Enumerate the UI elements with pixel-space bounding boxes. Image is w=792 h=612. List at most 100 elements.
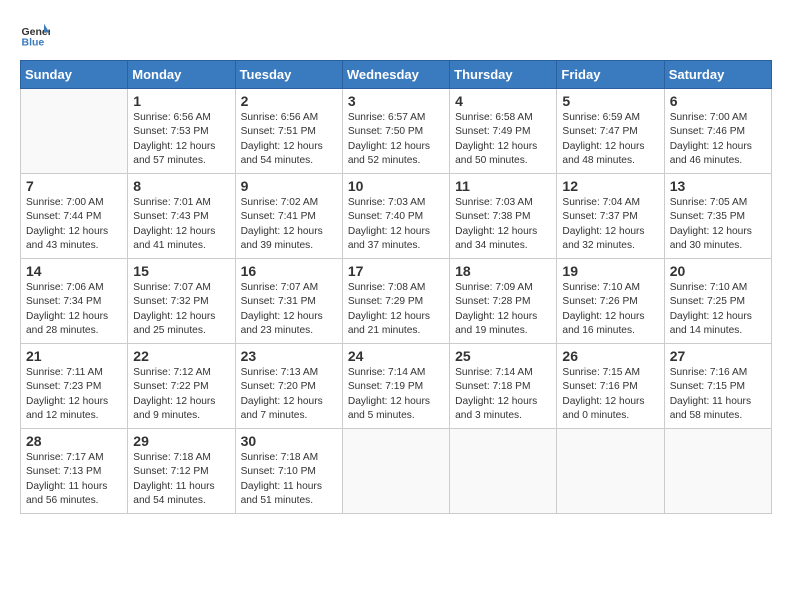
day-cell: 21 Sunrise: 7:11 AM Sunset: 7:23 PM Dayli… (21, 344, 128, 429)
day-cell: 12Sunrise: 7:04 AM Sunset: 7:37 PM Dayli… (557, 174, 664, 259)
day-info: Sunrise: 7:18 AM Sunset: 7:10 PM Dayligh… (241, 451, 337, 508)
day-cell: 16 Sunrise: 7:07 AM Sunset: 7:31 PM Dayli… (235, 259, 342, 344)
day-cell: 11 Sunrise: 7:03 AM Sunset: 7:38 PM Dayli… (450, 174, 557, 259)
day-cell: 17 Sunrise: 7:08 AM Sunset: 7:29 PM Dayli… (342, 259, 449, 344)
day-cell: 6Sunrise: 7:00 AM Sunset: 7:46 PM Daylig… (664, 89, 771, 174)
day-cell: 13Sunrise: 7:05 AM Sunset: 7:35 PM Dayli… (664, 174, 771, 259)
weekday-header-wednesday: Wednesday (342, 61, 449, 89)
logo-icon: General Blue (20, 20, 50, 50)
day-info: Sunrise: 7:15 AM Sunset: 7:16 PM Dayligh… (562, 366, 658, 423)
day-info: Sunrise: 7:16 AM Sunset: 7:15 PM Dayligh… (670, 366, 766, 423)
day-number: 6 (670, 93, 766, 109)
day-number: 16 (241, 263, 337, 279)
weekday-header-saturday: Saturday (664, 61, 771, 89)
day-info: Sunrise: 7:03 AM Sunset: 7:38 PM Dayligh… (455, 196, 551, 253)
day-cell (21, 89, 128, 174)
day-cell: 28 Sunrise: 7:17 AM Sunset: 7:13 PM Dayli… (21, 429, 128, 514)
weekday-header-thursday: Thursday (450, 61, 557, 89)
day-cell: 8Sunrise: 7:01 AM Sunset: 7:43 PM Daylig… (128, 174, 235, 259)
day-cell: 5 Sunrise: 6:59 AM Sunset: 7:47 PM Daylig… (557, 89, 664, 174)
week-row-3: 14 Sunrise: 7:06 AM Sunset: 7:34 PM Dayli… (21, 259, 772, 344)
day-number: 24 (348, 348, 444, 364)
day-number: 28 (26, 433, 122, 449)
day-cell: 22 Sunrise: 7:12 AM Sunset: 7:22 PM Dayli… (128, 344, 235, 429)
day-cell: 24 Sunrise: 7:14 AM Sunset: 7:19 PM Dayli… (342, 344, 449, 429)
day-info: Sunrise: 7:00 AM Sunset: 7:44 PM Dayligh… (26, 196, 122, 253)
page-header: General Blue (20, 20, 772, 50)
day-cell: 20 Sunrise: 7:10 AM Sunset: 7:25 PM Dayli… (664, 259, 771, 344)
weekday-header-sunday: Sunday (21, 61, 128, 89)
day-cell: 29Sunrise: 7:18 AM Sunset: 7:12 PM Dayli… (128, 429, 235, 514)
day-number: 9 (241, 178, 337, 194)
day-info: Sunrise: 7:14 AM Sunset: 7:19 PM Dayligh… (348, 366, 444, 423)
day-info: Sunrise: 7:10 AM Sunset: 7:26 PM Dayligh… (562, 281, 658, 338)
day-info: Sunrise: 7:10 AM Sunset: 7:25 PM Dayligh… (670, 281, 766, 338)
day-info: Sunrise: 6:59 AM Sunset: 7:47 PM Dayligh… (562, 111, 658, 168)
day-cell: 10Sunrise: 7:03 AM Sunset: 7:40 PM Dayli… (342, 174, 449, 259)
day-cell (557, 429, 664, 514)
day-info: Sunrise: 6:58 AM Sunset: 7:49 PM Dayligh… (455, 111, 551, 168)
day-cell: 4 Sunrise: 6:58 AM Sunset: 7:49 PM Daylig… (450, 89, 557, 174)
day-number: 29 (133, 433, 229, 449)
day-info: Sunrise: 7:01 AM Sunset: 7:43 PM Dayligh… (133, 196, 229, 253)
day-number: 1 (133, 93, 229, 109)
day-cell (664, 429, 771, 514)
day-number: 22 (133, 348, 229, 364)
day-cell: 30Sunrise: 7:18 AM Sunset: 7:10 PM Dayli… (235, 429, 342, 514)
day-info: Sunrise: 7:07 AM Sunset: 7:32 PM Dayligh… (133, 281, 229, 338)
day-info: Sunrise: 7:08 AM Sunset: 7:29 PM Dayligh… (348, 281, 444, 338)
day-number: 17 (348, 263, 444, 279)
day-info: Sunrise: 6:57 AM Sunset: 7:50 PM Dayligh… (348, 111, 444, 168)
day-number: 14 (26, 263, 122, 279)
day-info: Sunrise: 7:07 AM Sunset: 7:31 PM Dayligh… (241, 281, 337, 338)
day-number: 25 (455, 348, 551, 364)
day-number: 7 (26, 178, 122, 194)
day-cell: 27 Sunrise: 7:16 AM Sunset: 7:15 PM Dayli… (664, 344, 771, 429)
day-info: Sunrise: 7:17 AM Sunset: 7:13 PM Dayligh… (26, 451, 122, 508)
day-info: Sunrise: 6:56 AM Sunset: 7:51 PM Dayligh… (241, 111, 337, 168)
week-row-2: 7 Sunrise: 7:00 AM Sunset: 7:44 PM Daylig… (21, 174, 772, 259)
day-info: Sunrise: 7:03 AM Sunset: 7:40 PM Dayligh… (348, 196, 444, 253)
weekday-header-friday: Friday (557, 61, 664, 89)
day-info: Sunrise: 7:12 AM Sunset: 7:22 PM Dayligh… (133, 366, 229, 423)
day-cell: 2 Sunrise: 6:56 AM Sunset: 7:51 PM Daylig… (235, 89, 342, 174)
day-number: 4 (455, 93, 551, 109)
week-row-5: 28 Sunrise: 7:17 AM Sunset: 7:13 PM Dayli… (21, 429, 772, 514)
day-number: 15 (133, 263, 229, 279)
day-cell (450, 429, 557, 514)
day-number: 23 (241, 348, 337, 364)
day-number: 5 (562, 93, 658, 109)
day-number: 19 (562, 263, 658, 279)
day-number: 11 (455, 178, 551, 194)
day-cell: 19 Sunrise: 7:10 AM Sunset: 7:26 PM Dayli… (557, 259, 664, 344)
logo: General Blue (20, 20, 50, 50)
day-info: Sunrise: 7:04 AM Sunset: 7:37 PM Dayligh… (562, 196, 658, 253)
day-cell: 26Sunrise: 7:15 AM Sunset: 7:16 PM Dayli… (557, 344, 664, 429)
day-cell (342, 429, 449, 514)
day-number: 13 (670, 178, 766, 194)
day-cell: 7 Sunrise: 7:00 AM Sunset: 7:44 PM Daylig… (21, 174, 128, 259)
day-number: 20 (670, 263, 766, 279)
weekday-header-monday: Monday (128, 61, 235, 89)
day-number: 21 (26, 348, 122, 364)
day-info: Sunrise: 7:11 AM Sunset: 7:23 PM Dayligh… (26, 366, 122, 423)
day-number: 3 (348, 93, 444, 109)
day-cell: 23 Sunrise: 7:13 AM Sunset: 7:20 PM Dayli… (235, 344, 342, 429)
day-cell: 1Sunrise: 6:56 AM Sunset: 7:53 PM Daylig… (128, 89, 235, 174)
day-number: 2 (241, 93, 337, 109)
calendar-table: SundayMondayTuesdayWednesdayThursdayFrid… (20, 60, 772, 514)
calendar-header-row: SundayMondayTuesdayWednesdayThursdayFrid… (21, 61, 772, 89)
day-cell: 25 Sunrise: 7:14 AM Sunset: 7:18 PM Dayli… (450, 344, 557, 429)
svg-text:Blue: Blue (22, 37, 45, 49)
day-cell: 14 Sunrise: 7:06 AM Sunset: 7:34 PM Dayli… (21, 259, 128, 344)
day-cell: 15 Sunrise: 7:07 AM Sunset: 7:32 PM Dayli… (128, 259, 235, 344)
day-info: Sunrise: 7:02 AM Sunset: 7:41 PM Dayligh… (241, 196, 337, 253)
day-info: Sunrise: 7:14 AM Sunset: 7:18 PM Dayligh… (455, 366, 551, 423)
day-info: Sunrise: 7:06 AM Sunset: 7:34 PM Dayligh… (26, 281, 122, 338)
week-row-1: 1Sunrise: 6:56 AM Sunset: 7:53 PM Daylig… (21, 89, 772, 174)
day-cell: 9 Sunrise: 7:02 AM Sunset: 7:41 PM Daylig… (235, 174, 342, 259)
day-number: 27 (670, 348, 766, 364)
day-cell: 18Sunrise: 7:09 AM Sunset: 7:28 PM Dayli… (450, 259, 557, 344)
day-info: Sunrise: 7:09 AM Sunset: 7:28 PM Dayligh… (455, 281, 551, 338)
day-info: Sunrise: 7:13 AM Sunset: 7:20 PM Dayligh… (241, 366, 337, 423)
